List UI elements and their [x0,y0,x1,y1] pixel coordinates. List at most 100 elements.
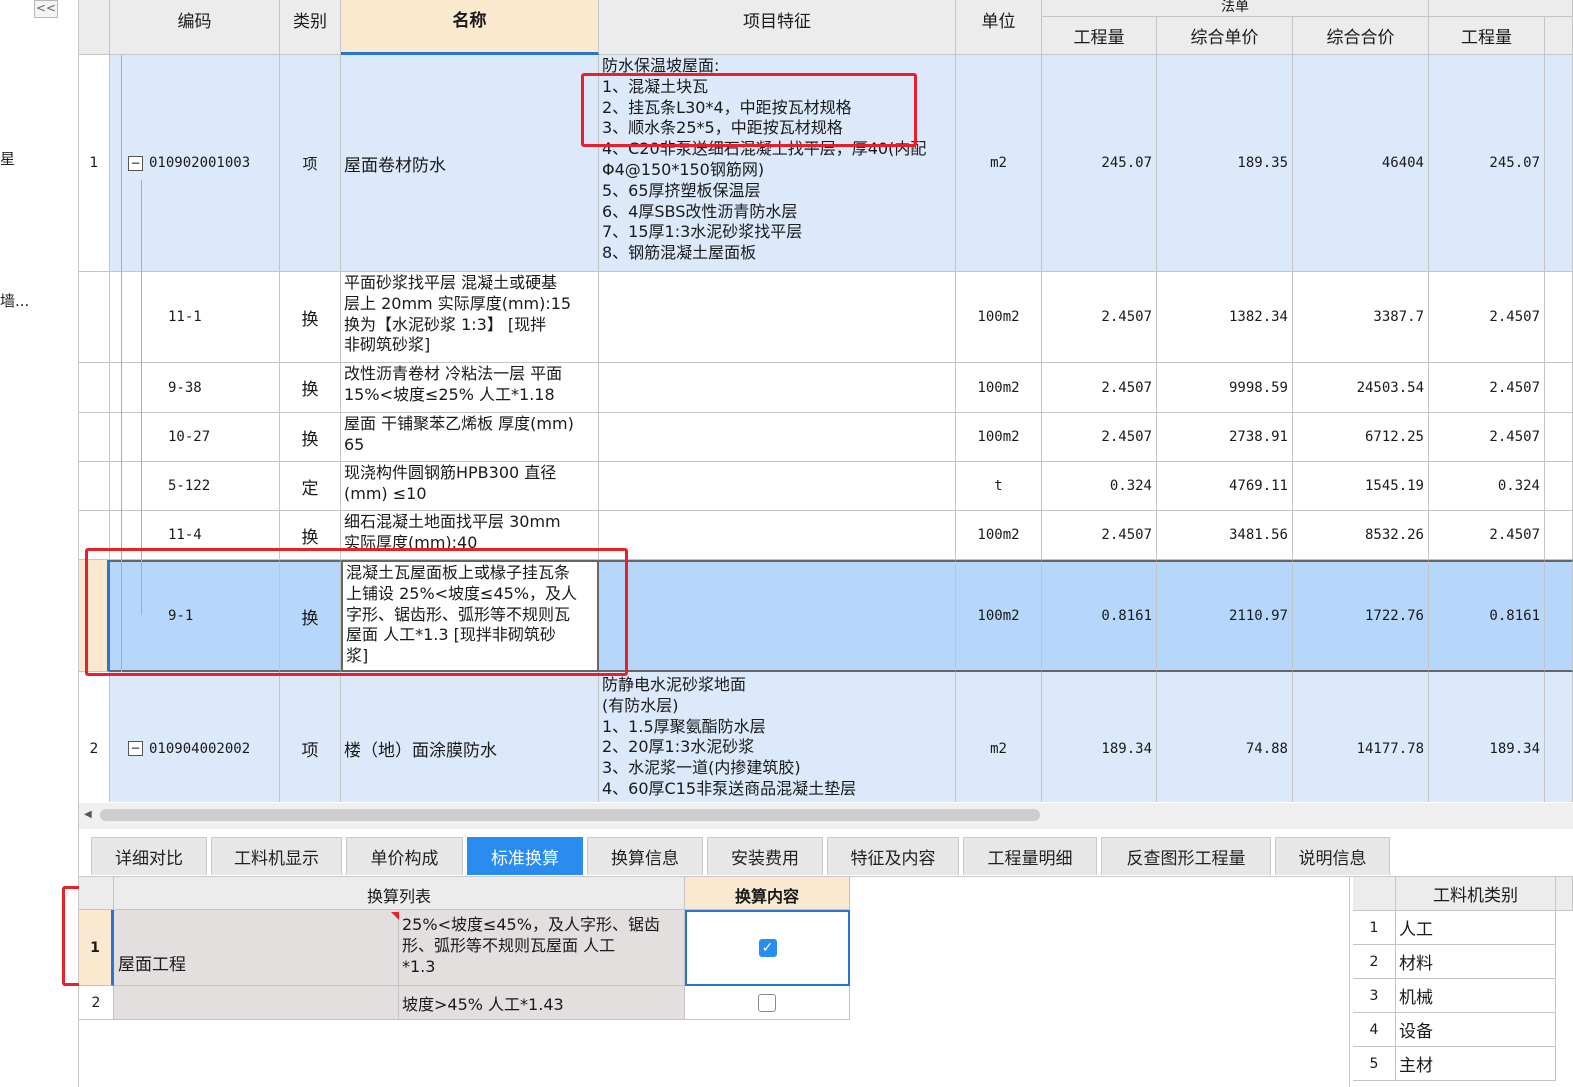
collapse-tree-icon[interactable]: − [128,741,143,756]
unit-cell[interactable]: 100m2 [956,413,1042,462]
code-cell[interactable]: 5-122 [110,462,280,511]
tab-price-composition[interactable]: 单价构成 [346,837,463,875]
conv-group-cell[interactable]: 屋面工程 [114,910,399,986]
unit-cell[interactable]: 100m2 [956,511,1042,560]
name-cell-editing[interactable]: 混凝土瓦屋面板上或椽子挂瓦条 上铺设 25%<坡度≤45%，及人 字形、锯齿形、… [341,560,599,672]
qty2-cell[interactable]: 2.4507 [1429,413,1545,462]
tab-standard-conversion[interactable]: 标准换算 [467,837,583,875]
unit-price-cell[interactable]: 9998.59 [1157,363,1293,413]
unit-cell[interactable]: 100m2 [956,272,1042,363]
conv-checkbox[interactable]: ✓ [758,939,777,957]
feature-cell[interactable] [599,511,956,560]
feature-cell[interactable]: 防静电水泥砂浆地面 (有防水层) 1、1.5厚聚氨酯防水层 2、20厚1:3水泥… [599,672,956,802]
unit-price-cell[interactable]: 74.88 [1157,672,1293,802]
conv-content-cell[interactable] [685,986,850,1020]
tab-labor-material[interactable]: 工料机显示 [211,837,342,875]
qty-cell[interactable]: 2.4507 [1042,272,1157,363]
code-cell[interactable]: 9-1 [110,560,280,672]
total-price-cell[interactable]: 24503.54 [1293,363,1429,413]
feature-cell[interactable] [599,363,956,413]
conv-group-cell[interactable] [114,986,399,1020]
code-cell[interactable]: 11-4 [110,511,280,560]
unit-price-cell[interactable]: 1382.34 [1157,272,1293,363]
mat-type-cell[interactable]: 机械 [1396,979,1556,1013]
col-header-category[interactable]: 类别 [280,0,341,55]
code-cell[interactable]: 10-27 [110,413,280,462]
qty2-cell[interactable]: 0.8161 [1429,560,1545,672]
total-price-cell[interactable]: 1722.76 [1293,560,1429,672]
qty2-cell[interactable]: 2.4507 [1429,363,1545,413]
col-header-unit[interactable]: 单位 [956,0,1042,55]
tab-description[interactable]: 说明信息 [1275,837,1390,875]
conv-text-cell[interactable]: 25%<坡度≤45%，及人字形、锯齿 形、弧形等不规则瓦屋面 人工 *1.3 [399,910,685,986]
tab-quantity-detail[interactable]: 工程量明细 [963,837,1097,875]
qty2-cell[interactable]: 245.07 [1429,55,1545,272]
tab-detail-compare[interactable]: 详细对比 [91,837,207,875]
scrollbar-thumb[interactable] [100,809,1040,821]
qty-cell[interactable]: 2.4507 [1042,363,1157,413]
name-cell[interactable]: 细石混凝土地面找平层 30mm 实际厚度(mm):40 [341,511,599,560]
collapse-panel-button[interactable]: << [34,0,58,18]
left-panel-item[interactable]: 墙... [0,290,29,311]
tab-feature-content[interactable]: 特征及内容 [827,837,959,875]
left-panel-item[interactable]: 星 [0,148,15,169]
total-price-cell[interactable]: 8532.26 [1293,511,1429,560]
code-cell[interactable]: −010904002002 [110,672,280,802]
conv-text-cell[interactable]: 坡度>45% 人工*1.43 [399,986,685,1020]
feature-cell[interactable] [599,413,956,462]
qty-cell[interactable]: 0.324 [1042,462,1157,511]
unit-price-cell[interactable]: 2738.91 [1157,413,1293,462]
total-price-cell[interactable]: 14177.78 [1293,672,1429,802]
category-cell[interactable]: 换 [280,363,341,413]
category-cell[interactable]: 项 [280,55,341,272]
unit-cell[interactable]: m2 [956,672,1042,802]
unit-cell[interactable]: t [956,462,1042,511]
feature-cell[interactable] [599,462,956,511]
name-cell[interactable]: 屋面卷材防水 [341,55,599,272]
qty2-cell[interactable]: 0.324 [1429,462,1545,511]
qty2-cell[interactable]: 2.4507 [1429,511,1545,560]
col-header-name[interactable]: 名称 [341,0,599,55]
name-cell[interactable]: 屋面 干铺聚苯乙烯板 厚度(mm) 65 [341,413,599,462]
scroll-left-arrow-icon[interactable]: ◀ [84,809,92,820]
feature-cell[interactable] [599,560,956,672]
col-header-qty[interactable]: 工程量 [1042,17,1157,55]
col-header-qty-2[interactable]: 工程量 [1429,17,1545,55]
feature-cell[interactable]: 防水保温坡屋面: 1、混凝土块瓦 2、挂瓦条L30*4，中距按瓦材规格 3、顺水… [599,55,956,272]
mat-type-cell[interactable]: 主材 [1396,1047,1556,1081]
name-cell[interactable]: 楼（地）面涂膜防水 [341,672,599,802]
unit-cell[interactable]: 100m2 [956,560,1042,672]
tab-conversion-info[interactable]: 换算信息 [587,837,703,875]
conv-content-cell[interactable]: ✓ [685,910,850,986]
total-price-cell[interactable]: 46404 [1293,55,1429,272]
collapse-tree-icon[interactable]: − [128,155,143,171]
qty-cell[interactable]: 189.34 [1042,672,1157,802]
col-header-code[interactable]: 编码 [110,0,280,55]
unit-price-cell[interactable]: 189.35 [1157,55,1293,272]
category-cell[interactable]: 换 [280,511,341,560]
code-cell[interactable]: 9-38 [110,363,280,413]
name-cell[interactable]: 现浇构件圆钢筋HPB300 直径 (mm) ≤10 [341,462,599,511]
category-cell[interactable]: 换 [280,413,341,462]
mat-type-cell[interactable]: 材料 [1396,945,1556,979]
col-header-total-price[interactable]: 综合合价 [1293,17,1429,55]
qty-cell[interactable]: 0.8161 [1042,560,1157,672]
total-price-cell[interactable]: 6712.25 [1293,413,1429,462]
tab-reverse-quantity[interactable]: 反查图形工程量 [1101,837,1271,875]
qty2-cell[interactable]: 189.34 [1429,672,1545,802]
qty-cell[interactable]: 245.07 [1042,55,1157,272]
conv-checkbox[interactable] [758,993,776,1012]
unit-cell[interactable]: 100m2 [956,363,1042,413]
total-price-cell[interactable]: 1545.19 [1293,462,1429,511]
qty2-cell[interactable]: 2.4507 [1429,272,1545,363]
unit-price-cell[interactable]: 3481.56 [1157,511,1293,560]
tab-install-cost[interactable]: 安装费用 [707,837,823,875]
col-header-unit-price[interactable]: 综合单价 [1157,17,1293,55]
category-cell[interactable]: 换 [280,272,341,363]
unit-price-cell[interactable]: 2110.97 [1157,560,1293,672]
mat-type-cell[interactable]: 设备 [1396,1013,1556,1047]
code-cell[interactable]: 11-1 [110,272,280,363]
unit-price-cell[interactable]: 4769.11 [1157,462,1293,511]
feature-cell[interactable] [599,272,956,363]
col-header-feature[interactable]: 项目特征 [599,0,956,55]
